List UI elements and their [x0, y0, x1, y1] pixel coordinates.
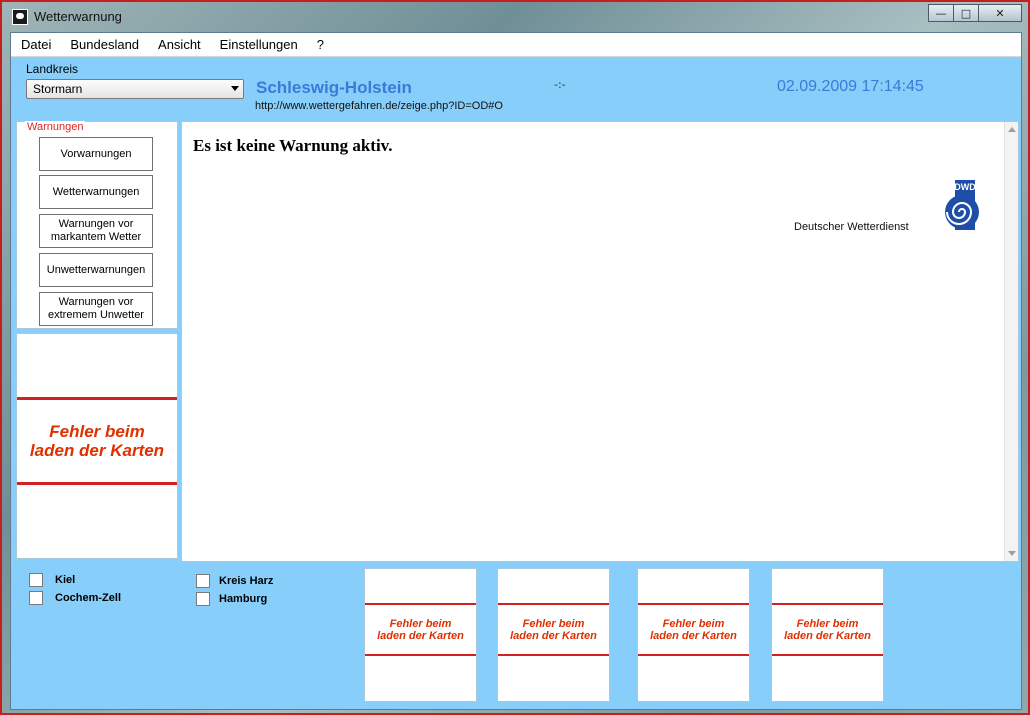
checkbox-icon[interactable]: [196, 592, 210, 606]
map-error-message: Fehler beim laden der Karten: [365, 603, 476, 656]
markantes-wetter-button[interactable]: Warnungen vor markantem Wetter: [39, 214, 153, 248]
map-thumbnail-2[interactable]: Fehler beim laden der Karten: [497, 568, 610, 702]
warnings-group: Warnungen Vorwarnungen Wetterwarnungen W…: [16, 121, 178, 329]
map-error-message: Fehler beim laden der Karten: [638, 603, 749, 656]
map-error-text: Fehler beim laden der Karten: [29, 422, 165, 460]
vertical-scrollbar[interactable]: [1004, 122, 1018, 561]
app-window: Wetterwarnung — □ ✕ Datei Bundesland Ans…: [0, 0, 1030, 715]
markantes-wetter-label: Warnungen vor markantem Wetter: [50, 218, 142, 243]
map-error-message: Fehler beim laden der Karten: [498, 603, 609, 656]
map-error-text: Fehler beim laden der Karten: [377, 617, 464, 642]
map-error-text: Fehler beim laden der Karten: [510, 617, 597, 642]
app-icon: [12, 9, 28, 25]
title-bar[interactable]: Wetterwarnung — □ ✕: [2, 2, 1028, 32]
landkreis-select[interactable]: Stormarn: [26, 79, 244, 99]
checkbox-label: Kreis Harz: [219, 575, 274, 587]
warning-browser[interactable]: Es ist keine Warnung aktiv. Deutscher We…: [181, 121, 1019, 562]
wetterwarnungen-label: Wetterwarnungen: [52, 185, 140, 198]
menu-bundesland[interactable]: Bundesland: [70, 35, 139, 54]
client-area: Datei Bundesland Ansicht Einstellungen ?…: [10, 32, 1022, 710]
dwd-logo-icon: DWD: [945, 180, 979, 230]
dwd-logo-text: DWD: [954, 182, 976, 192]
wetterwarnungen-button[interactable]: Wetterwarnungen: [39, 175, 153, 209]
menu-datei[interactable]: Datei: [21, 35, 51, 54]
window-title: Wetterwarnung: [34, 9, 122, 24]
map-thumbnail-3[interactable]: Fehler beim laden der Karten: [637, 568, 750, 702]
checkbox-label: Cochem-Zell: [55, 592, 122, 604]
unwetterwarnungen-button[interactable]: Unwetterwarnungen: [39, 253, 153, 287]
minimize-button[interactable]: —: [928, 4, 954, 22]
map-thumbnail-4[interactable]: Fehler beim laden der Karten: [771, 568, 884, 702]
datetime-display: 02.09.2009 17:14:45: [777, 78, 924, 95]
checkbox-label: Kiel: [55, 574, 76, 586]
window-controls: — □ ✕: [928, 4, 1022, 22]
checkbox-kiel[interactable]: Kiel: [29, 573, 75, 587]
menu-ansicht[interactable]: Ansicht: [158, 35, 201, 54]
checkbox-label: Hamburg: [219, 593, 268, 605]
extremes-unwetter-button[interactable]: Warnungen vor extremem Unwetter: [39, 292, 153, 326]
map-error-message: Fehler beim laden der Karten: [17, 397, 177, 485]
warnings-legend: Warnungen: [25, 121, 86, 133]
warning-status-message: Es ist keine Warnung aktiv.: [193, 136, 393, 155]
maximize-button[interactable]: □: [953, 4, 979, 22]
vorwarnungen-button[interactable]: Vorwarnungen: [39, 137, 153, 171]
checkbox-hamburg[interactable]: Hamburg: [196, 592, 267, 606]
close-button[interactable]: ✕: [978, 4, 1022, 22]
status-indicator: -:-: [554, 78, 566, 91]
extremes-unwetter-label: Warnungen vor extremem Unwetter: [48, 296, 144, 321]
checkbox-icon[interactable]: [29, 573, 43, 587]
checkbox-kreis-harz[interactable]: Kreis Harz: [196, 574, 273, 588]
map-error-text: Fehler beim laden der Karten: [784, 617, 871, 642]
chevron-down-icon: [231, 86, 239, 91]
scroll-down-icon[interactable]: [1008, 551, 1016, 556]
checkbox-cochem-zell[interactable]: Cochem-Zell: [29, 591, 121, 605]
landkreis-selected-value: Stormarn: [33, 82, 83, 96]
unwetterwarnungen-label: Unwetterwarnungen: [46, 263, 146, 276]
scroll-up-icon[interactable]: [1008, 127, 1016, 132]
map-thumbnail-1[interactable]: Fehler beim laden der Karten: [364, 568, 477, 702]
map-error-message: Fehler beim laden der Karten: [772, 603, 883, 656]
germany-map-panel[interactable]: Fehler beim laden der Karten: [16, 333, 178, 559]
vorwarnungen-label: Vorwarnungen: [60, 147, 132, 160]
dwd-name: Deutscher Wetterdienst: [794, 221, 909, 233]
header-row: Landkreis Stormarn Schleswig-Holstein ht…: [11, 58, 1021, 118]
checkbox-icon[interactable]: [29, 591, 43, 605]
state-title: Schleswig-Holstein: [256, 78, 412, 97]
menu-einstellungen[interactable]: Einstellungen: [220, 35, 298, 54]
checkbox-icon[interactable]: [196, 574, 210, 588]
landkreis-label: Landkreis: [26, 62, 79, 76]
menu-bar: Datei Bundesland Ansicht Einstellungen ?: [11, 33, 1021, 57]
menu-help[interactable]: ?: [317, 35, 324, 54]
state-url[interactable]: http://www.wettergefahren.de/zeige.php?I…: [255, 100, 503, 112]
map-error-text: Fehler beim laden der Karten: [650, 617, 737, 642]
